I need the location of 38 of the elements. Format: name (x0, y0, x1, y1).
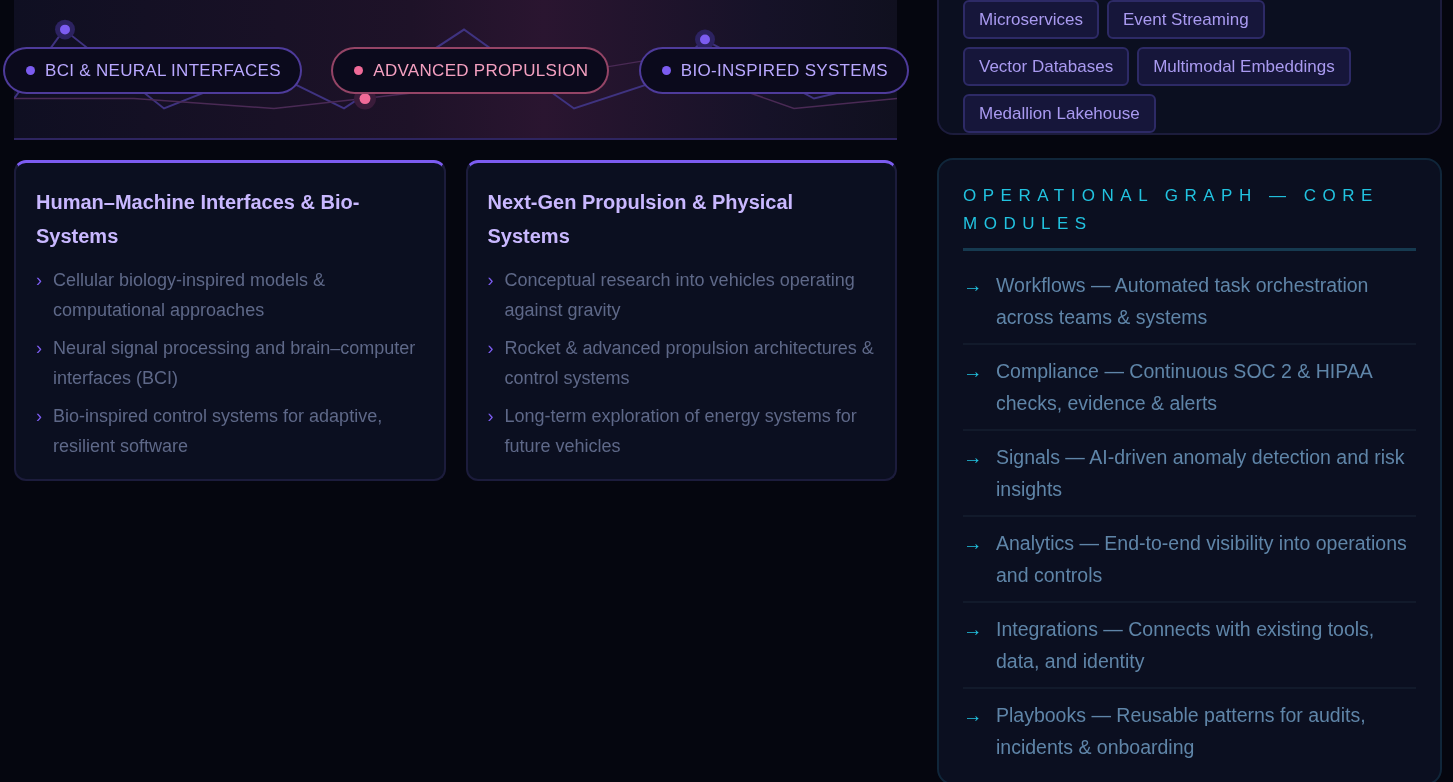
list-item-text: Rocket & advanced propulsion architectures & control systems (504, 337, 875, 390)
tech-tag: Event Streaming (1106, 0, 1265, 39)
arrow-icon: → (963, 527, 984, 591)
arrow-icon: → (963, 699, 984, 763)
list-item-text: Conceptual research into vehicles operating against gravity (504, 269, 856, 322)
pill-label: BIO-INSPIRED SYSTEMS (680, 60, 888, 81)
module-text: Workflows — Automated task orchestration across teams & systems (996, 273, 1370, 330)
module-text: Analytics — End-to-end visibility into operations and controls (996, 531, 1408, 588)
arrow-icon: → (963, 441, 984, 505)
list-item-text: Bio-inspired control systems for adaptive, resilient software (53, 405, 384, 458)
chevron-icon: › (487, 333, 497, 393)
arrow-icon: → (963, 613, 984, 677)
card-title: Human–Machine Interfaces & Bio-Systems (36, 190, 361, 249)
chevron-icon: › (36, 265, 45, 325)
chevron-icon: › (36, 401, 45, 461)
chevron-icon: › (487, 401, 497, 461)
module-text: Integrations — Connects with existing tools, data, and identity (996, 617, 1376, 674)
list-item-text: Cellular biology-inspired models & computational approaches (53, 269, 327, 322)
module-text: Compliance — Continuous SOC 2 & HIPAA checks, evidence & alerts (996, 359, 1374, 416)
focus-pill[interactable]: ADVANCED PROPULSION (331, 47, 610, 94)
section-title: OPERATIONAL GRAPH — CORE MODULES (963, 185, 1380, 235)
tech-tag: Multimodal Embeddings (1137, 47, 1351, 86)
focus-pill[interactable]: BIO-INSPIRED SYSTEMS (638, 47, 909, 94)
pill-label: BCI & NEURAL INTERFACES (45, 60, 281, 81)
focus-pill[interactable]: BCI & NEURAL INTERFACES (3, 47, 302, 94)
tech-tag: Vector Databases (963, 47, 1130, 86)
module-text: Playbooks — Reusable patterns for audits, incidents & onboarding (996, 703, 1367, 760)
tech-tag: Microservices (963, 0, 1099, 39)
list-item-text: Neural signal processing and brain–computer interfaces (BCI) (53, 337, 417, 390)
card-title: Next-Gen Propulsion & Physical Systems (487, 190, 795, 249)
module-text: Signals — AI-driven anomaly detection and risk insights (996, 445, 1406, 502)
arrow-icon: → (963, 269, 984, 333)
pill-label: ADVANCED PROPULSION (373, 60, 589, 81)
list-item-text: Long-term exploration of energy systems for future vehicles (504, 405, 858, 458)
tech-tag: Medallion Lakehouse (963, 94, 1156, 133)
chevron-icon: › (36, 333, 45, 393)
chevron-icon: › (487, 265, 497, 325)
arrow-icon: → (963, 355, 984, 419)
